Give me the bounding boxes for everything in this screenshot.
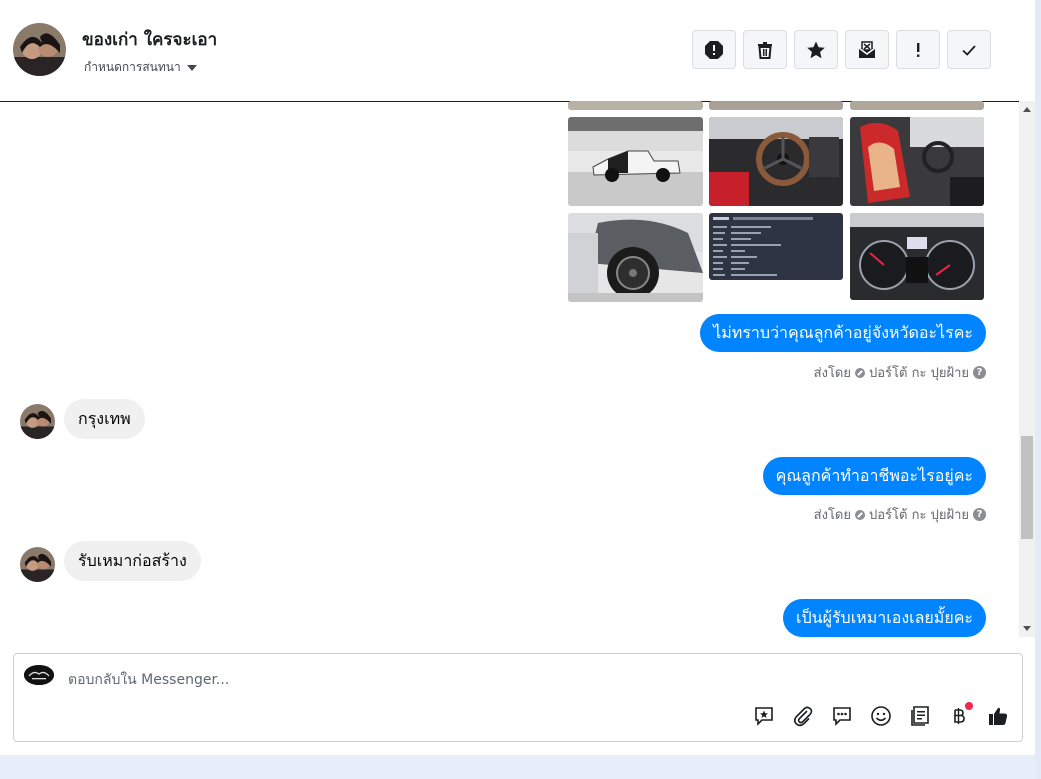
sent-by-info: ส่งโดย ปอร์โต้ กะ ปุยฝ้าย ? xyxy=(814,504,986,525)
sent-by-prefix: ส่งโดย xyxy=(813,508,851,523)
avatar[interactable] xyxy=(20,547,55,582)
saved-reply-icon xyxy=(755,707,773,726)
shared-image[interactable] xyxy=(709,117,843,206)
saved-reply-button[interactable] xyxy=(752,704,776,728)
avatar[interactable] xyxy=(20,404,55,439)
spam-button[interactable] xyxy=(845,30,889,69)
chat-bubble-icon xyxy=(833,707,851,726)
incoming-message[interactable]: กรุงเทพ xyxy=(64,399,145,439)
assign-conversation-dropdown[interactable]: กำหนดการสนทนา xyxy=(84,58,197,77)
help-icon[interactable]: ? xyxy=(973,508,986,521)
message-scrollbar[interactable] xyxy=(1019,101,1035,637)
shared-image[interactable] xyxy=(709,213,843,280)
important-icon xyxy=(917,42,920,57)
delete-button[interactable] xyxy=(743,30,787,69)
shared-image[interactable] xyxy=(850,101,984,110)
sent-by-name: ปอร์โต้ กะ ปุยฝ้าย xyxy=(869,366,969,381)
notification-dot xyxy=(965,702,973,710)
shared-image[interactable] xyxy=(709,101,843,110)
page-title: ของเก่า ใครจะเอา xyxy=(82,30,218,50)
avatar[interactable] xyxy=(13,23,66,76)
verified-icon xyxy=(855,367,865,378)
scrollbar-thumb[interactable] xyxy=(1021,436,1033,539)
payment-button[interactable] xyxy=(947,702,973,728)
sent-by-info: ส่งโดย ปอร์โต้ กะ ปุยฝ้าย ? xyxy=(814,362,986,383)
scroll-up-arrow-icon[interactable] xyxy=(1023,107,1031,112)
window-edge xyxy=(1035,0,1041,779)
scroll-down-arrow-icon[interactable] xyxy=(1023,626,1031,631)
shared-image[interactable] xyxy=(850,117,984,206)
conversation-panel: ของเก่า ใครจะเอา กำหนดการสนทนา ไม่ทราบว่… xyxy=(0,0,1035,755)
sent-by-prefix: ส่งโดย xyxy=(813,366,851,381)
catalog-icon xyxy=(911,706,929,726)
help-icon[interactable]: ? xyxy=(973,366,986,379)
assign-label: กำหนดการสนทนา xyxy=(84,60,181,74)
chat-options-button[interactable] xyxy=(830,704,854,728)
spam-icon xyxy=(858,40,876,58)
important-button[interactable] xyxy=(896,30,940,69)
attach-button[interactable] xyxy=(791,704,815,728)
catalog-button[interactable] xyxy=(908,704,932,728)
mark-done-button[interactable] xyxy=(947,30,991,69)
incoming-message[interactable]: รับเหมาก่อสร้าง xyxy=(64,541,201,581)
composer-tools xyxy=(752,702,1010,728)
star-button[interactable] xyxy=(794,30,838,69)
done-icon xyxy=(962,44,976,56)
verified-icon xyxy=(855,509,865,520)
like-icon xyxy=(989,707,1008,725)
shared-image[interactable] xyxy=(568,213,703,302)
attach-icon xyxy=(793,706,813,727)
delete-icon xyxy=(758,41,772,59)
reply-input[interactable]: ตอบกลับใน Messenger... xyxy=(68,669,229,691)
star-icon xyxy=(807,41,825,58)
caret-down-icon xyxy=(186,64,197,71)
emoji-icon xyxy=(871,706,891,726)
reply-composer[interactable]: ตอบกลับใน Messenger... xyxy=(13,653,1023,742)
shared-image[interactable] xyxy=(850,213,984,300)
report-icon xyxy=(705,40,723,59)
sent-by-name: ปอร์โต้ กะ ปุยฝ้าย xyxy=(869,508,969,523)
page-logo xyxy=(24,665,54,685)
report-button[interactable] xyxy=(692,30,736,69)
outgoing-message[interactable]: คุณลูกค้าทำอาชีพอะไรอยู่คะ xyxy=(762,457,986,495)
shared-image[interactable] xyxy=(568,101,703,110)
header-actions xyxy=(692,30,991,69)
outgoing-message[interactable]: ไม่ทราบว่าคุณลูกค้าอยู่จังหวัดอะไรคะ xyxy=(700,314,986,352)
emoji-button[interactable] xyxy=(869,704,893,728)
conversation-header: ของเก่า ใครจะเอา กำหนดการสนทนา xyxy=(0,0,1035,102)
like-button[interactable] xyxy=(986,704,1010,728)
outgoing-message[interactable]: เป็นผู้รับเหมาเองเลยมั้ยคะ xyxy=(783,599,986,637)
shared-image[interactable] xyxy=(568,117,703,206)
